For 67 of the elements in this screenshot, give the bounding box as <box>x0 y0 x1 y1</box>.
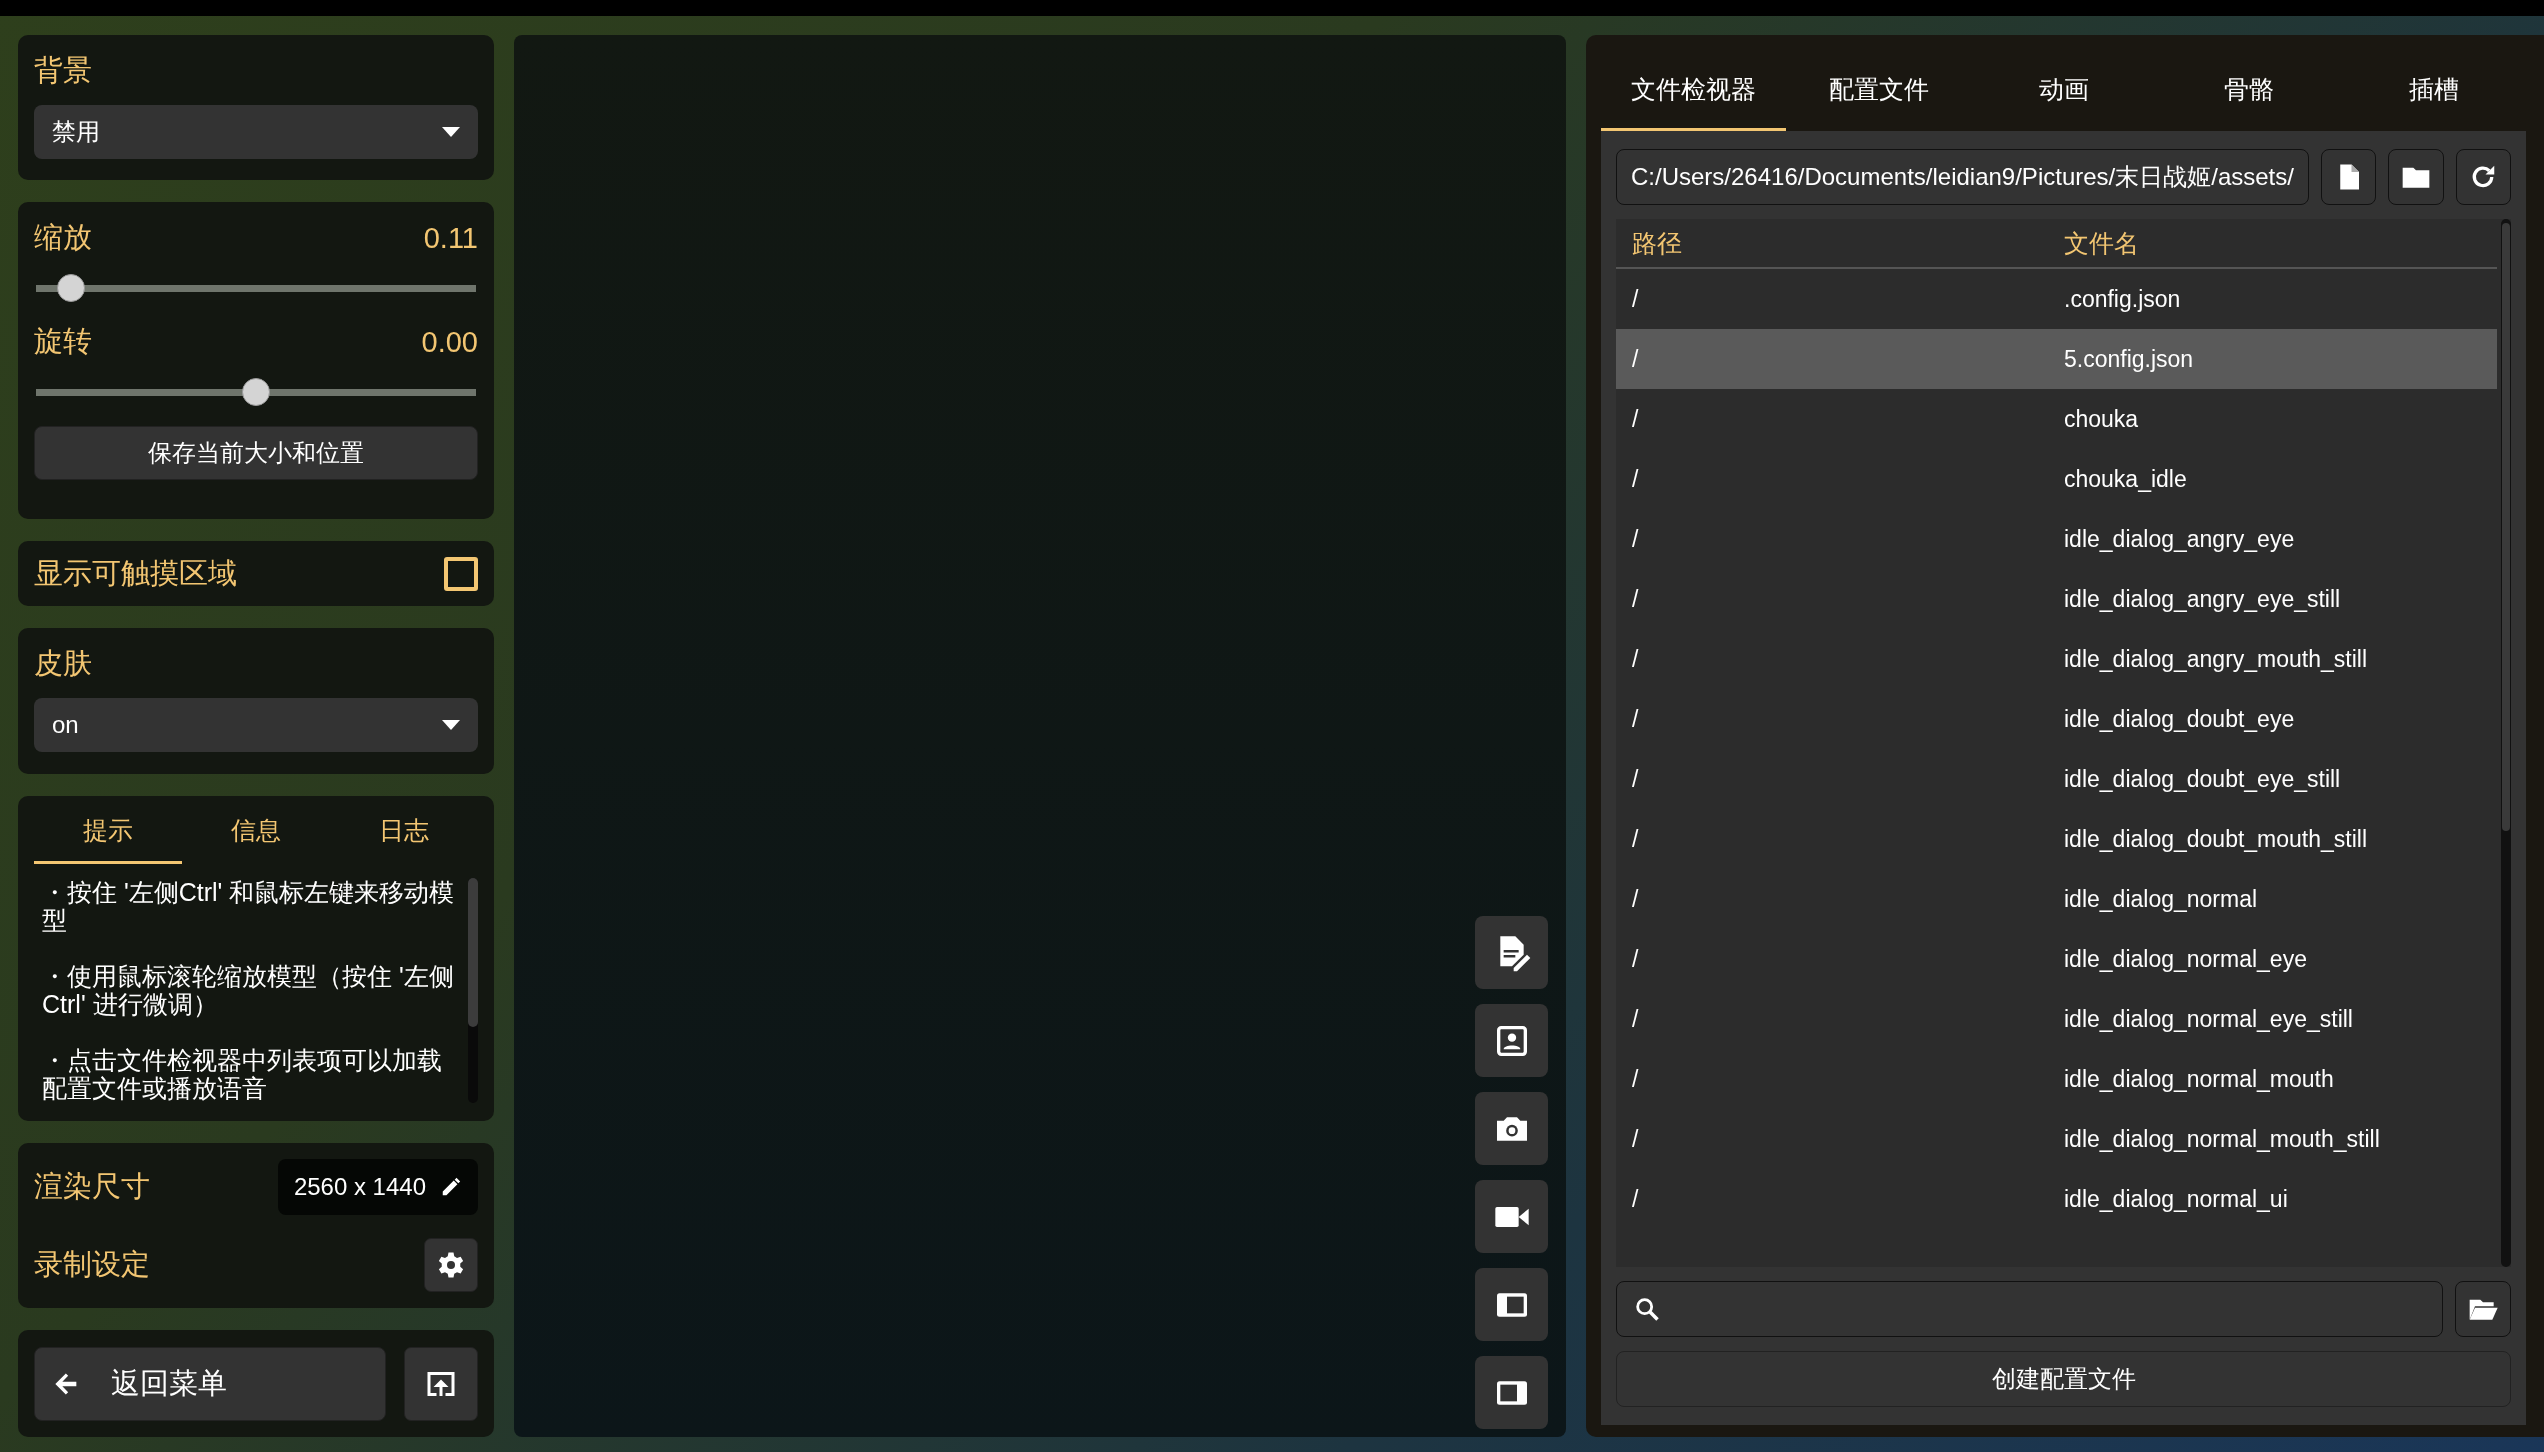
toolbar-button[interactable] <box>1475 1092 1548 1165</box>
back-button[interactable]: 返回菜单 <box>34 1346 386 1421</box>
file-row[interactable]: / idle_dialog_doubt_mouth_still <box>1616 809 2497 869</box>
tab[interactable]: 动画 <box>1971 55 2156 131</box>
caret-icon <box>442 127 460 137</box>
touch-area-label: 显示可触摸区域 <box>34 555 237 591</box>
export-button[interactable] <box>404 1346 478 1421</box>
toolbar-button[interactable] <box>1475 1268 1548 1341</box>
render-size-field[interactable]: 2560 x 1440 <box>277 1159 478 1215</box>
file-row[interactable]: / idle_dialog_normal_ui <box>1616 1169 2497 1229</box>
toolbar-button[interactable] <box>1475 1356 1548 1429</box>
slider-thumb[interactable] <box>242 378 270 406</box>
refresh-button[interactable] <box>2455 149 2511 205</box>
column-header[interactable]: 文件名 <box>2064 226 2497 260</box>
file-row[interactable]: / idle_dialog_normal_mouth <box>1616 1049 2497 1109</box>
search-icon <box>1633 1295 1661 1323</box>
hint-text: ・使用鼠标滚轮缩放模型（按住 '左侧Ctrl' 进行微调） <box>42 962 455 1018</box>
slider-value: 0.11 <box>423 221 478 255</box>
file-row[interactable]: / idle_dialog_normal_eye <box>1616 929 2497 989</box>
file-row[interactable]: / idle_dialog_normal <box>1616 869 2497 929</box>
file-row[interactable]: / idle_dialog_angry_mouth_still <box>1616 629 2497 689</box>
hint-text: ・按住 '左侧Ctrl' 和鼠标左键来移动模型 <box>42 878 456 934</box>
slider-thumb[interactable] <box>56 274 85 302</box>
file-row[interactable]: / idle_dialog_angry_eye <box>1616 509 2497 569</box>
file-row[interactable]: / idle_dialog_normal_mouth_still <box>1616 1109 2497 1169</box>
background-dropdown[interactable]: 禁用 <box>34 105 478 159</box>
tab[interactable]: 提示 <box>34 804 182 864</box>
slider-value: 0.00 <box>421 325 478 359</box>
column-header[interactable]: 路径 <box>1616 226 2064 260</box>
search-field[interactable] <box>1616 1281 2443 1337</box>
open-folder-button[interactable] <box>2455 1281 2511 1337</box>
create-config-button[interactable]: 创建配置文件 <box>1616 1351 2511 1407</box>
scrollbar[interactable] <box>2501 219 2511 1267</box>
file-row[interactable]: / idle_dialog_doubt_eye_still <box>1616 749 2497 809</box>
save-button[interactable]: 保存当前大小和位置 <box>34 426 478 480</box>
caret-icon <box>442 720 460 730</box>
folder-button[interactable] <box>2388 149 2444 205</box>
tab[interactable]: 插槽 <box>2341 55 2526 131</box>
skin-label: 皮肤 <box>34 646 93 681</box>
toolbar-button[interactable] <box>1475 1180 1548 1253</box>
file-row[interactable]: / chouka_idle <box>1616 449 2497 509</box>
slider-label: 缩放 <box>34 220 92 255</box>
file-button[interactable] <box>2320 149 2377 205</box>
file-row[interactable]: / .config.json <box>1616 269 2497 329</box>
render-size-label: 渲染尺寸 <box>34 1169 150 1204</box>
toolbar-button[interactable] <box>1475 1004 1548 1077</box>
hint-text: ・点击文件检视器中列表项可以加载配置文件或播放语音 <box>42 1046 443 1102</box>
file-row[interactable]: / 5.config.json <box>1616 329 2497 389</box>
tab[interactable]: 信息 <box>182 804 330 864</box>
slider-label: 旋转 <box>34 324 92 359</box>
file-row[interactable]: / idle_dialog_angry_eye_still <box>1616 569 2497 629</box>
path-field[interactable]: C:/Users/26416/Documents/leidian9/Pictures/末日战姬/assets/ <box>1616 149 2309 205</box>
settings-button[interactable] <box>424 1238 478 1292</box>
tab[interactable]: 日志 <box>330 804 478 864</box>
tab[interactable]: 配置文件 <box>1786 55 1971 131</box>
gear-icon <box>436 1250 466 1280</box>
toolbar-button[interactable] <box>1475 916 1548 989</box>
checkbox[interactable] <box>444 556 478 591</box>
record-settings-label: 录制设定 <box>34 1247 150 1282</box>
file-row[interactable]: / chouka <box>1616 389 2497 449</box>
file-row[interactable]: / idle_dialog_doubt_eye <box>1616 689 2497 749</box>
scrollbar[interactable] <box>468 878 478 1103</box>
pencil-icon <box>440 1176 462 1198</box>
tab[interactable]: 骨骼 <box>2156 55 2341 131</box>
file-row[interactable]: / idle_dialog_normal_eye_still <box>1616 989 2497 1049</box>
background-label: 背景 <box>34 53 93 88</box>
skin-dropdown[interactable]: on <box>34 698 478 752</box>
